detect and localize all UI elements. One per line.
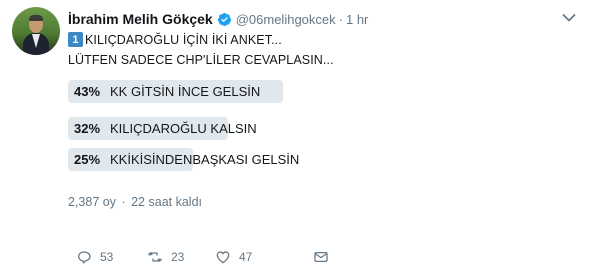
- poll-option-label: 32% KILIÇDAROĞLU KALSIN: [74, 117, 257, 140]
- poll-option-percent: 32%: [74, 121, 101, 136]
- retweet-button[interactable]: 23: [147, 248, 184, 266]
- tweet-timestamp[interactable]: 1 hr: [346, 12, 368, 27]
- tweet-header: İbrahim Melih Gökçek @06melihgokcek · 1 …: [68, 10, 368, 28]
- tweet-card[interactable]: İbrahim Melih Gökçek @06melihgokcek · 1 …: [0, 0, 590, 273]
- poll-option-text: KKİKİSİNDENBAŞKASI GELSİN: [110, 152, 300, 167]
- chevron-down-icon[interactable]: [562, 13, 576, 23]
- avatar[interactable]: [12, 7, 60, 55]
- author-name[interactable]: İbrahim Melih Gökçek: [68, 11, 213, 27]
- poll-option-label: 25% KKİKİSİNDENBAŞKASI GELSİN: [74, 148, 299, 171]
- envelope-icon: [314, 252, 328, 262]
- poll-vote-count: 2,387 oy: [68, 195, 116, 209]
- keycap-one-emoji: 1: [68, 32, 83, 47]
- author-handle[interactable]: @06melihgokcek: [236, 12, 336, 27]
- tweet-text-line-1: 1 KILIÇDAROĞLU İÇİN İKİ ANKET...: [68, 32, 282, 47]
- poll-option-text: KILIÇDAROĞLU KALSIN: [110, 121, 257, 136]
- direct-message-button[interactable]: [313, 248, 329, 266]
- heart-icon: [216, 251, 230, 264]
- avatar-hair: [29, 15, 43, 21]
- like-count: 47: [239, 250, 253, 264]
- tweet-text-line-2: LÜTFEN SADECE CHP'LİLER CEVAPLASIN...: [68, 53, 334, 67]
- reply-count: 53: [100, 250, 114, 264]
- poll-time-remaining: 22 saat kaldı: [131, 195, 202, 209]
- retweet-icon: [148, 252, 162, 262]
- poll-meta: 2,387 oy · 22 saat kaldı: [68, 195, 204, 209]
- retweet-count: 23: [171, 250, 185, 264]
- verified-badge-icon: [217, 12, 231, 26]
- poll-meta-separator: ·: [121, 195, 126, 209]
- poll-option-percent: 43%: [74, 84, 101, 99]
- reply-button[interactable]: 53: [76, 248, 113, 266]
- header-separator: ·: [338, 11, 343, 27]
- poll-option-label: 43% KK GİTSİN İNCE GELSİN: [74, 80, 260, 103]
- poll-option-percent: 25%: [74, 152, 101, 167]
- poll-option-text: KK GİTSİN İNCE GELSİN: [110, 84, 261, 99]
- reply-icon: [78, 251, 91, 264]
- tweet-text-main: KILIÇDAROĞLU İÇİN İKİ ANKET...: [85, 32, 282, 47]
- like-button[interactable]: 47: [215, 248, 252, 266]
